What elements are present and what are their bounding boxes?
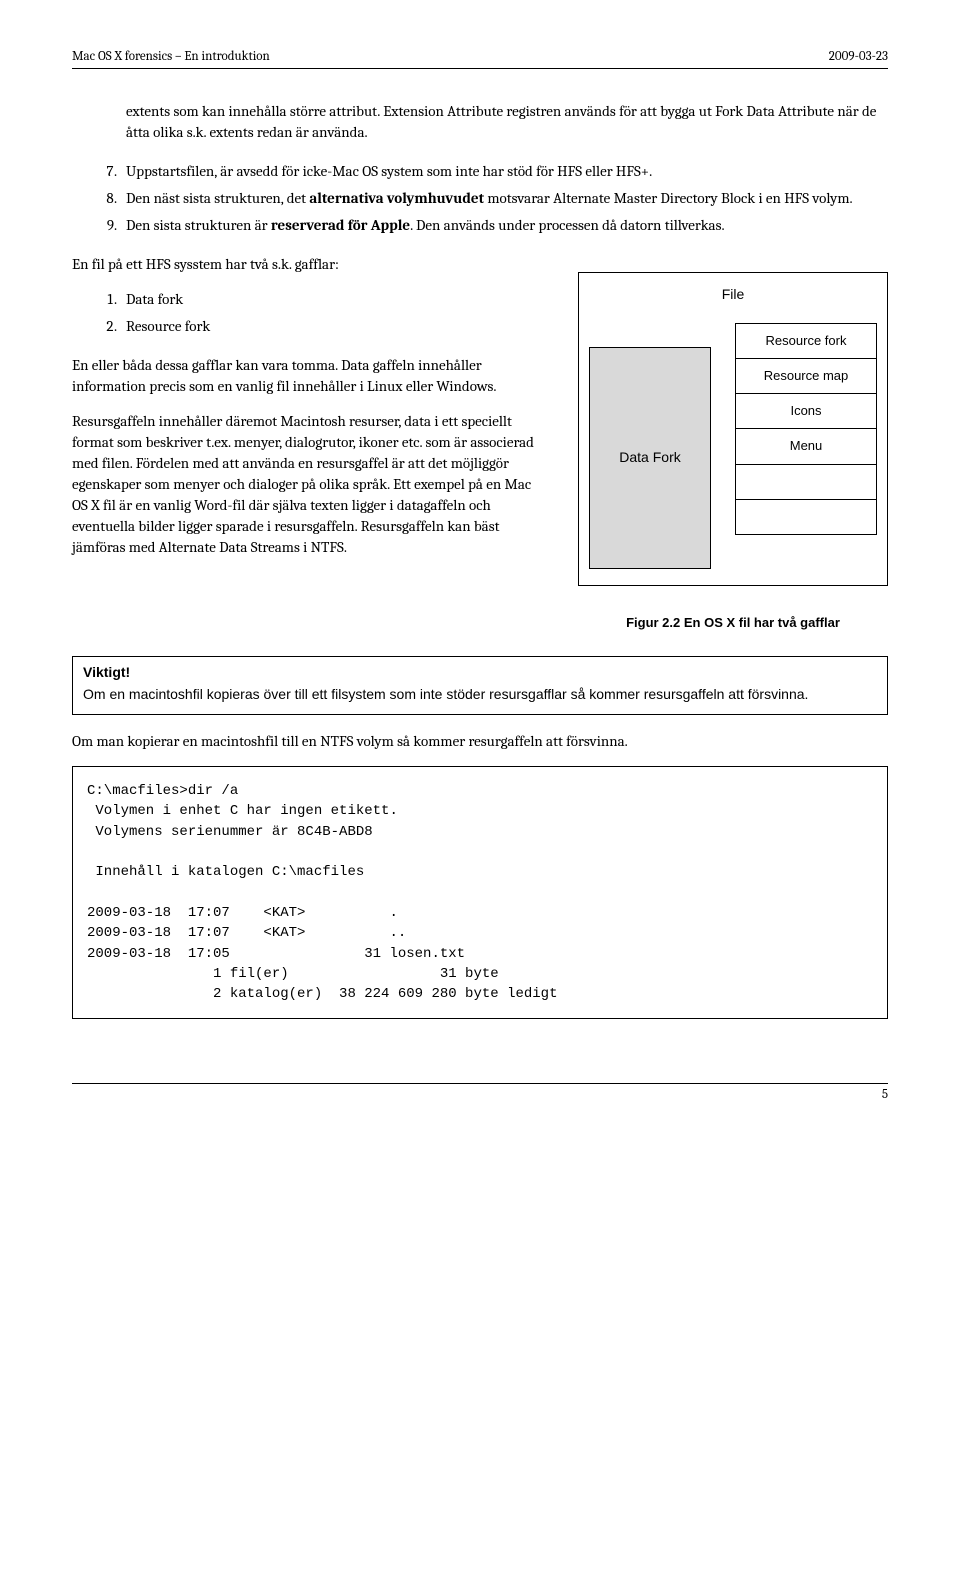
important-box: Viktigt! Om en macintoshfil kopieras öve…: [72, 656, 888, 715]
resource-cell: [736, 465, 876, 500]
list-bold: alternativa volymhuvudet: [309, 189, 484, 207]
paragraph: Resursgaffeln innehåller däremot Macinto…: [72, 411, 546, 558]
file-diagram: File Data Fork Resource fork Resource ma…: [578, 272, 888, 586]
paragraph: En eller båda dessa gafflar kan vara tom…: [72, 355, 546, 397]
resource-cell: Resource map: [736, 359, 876, 394]
resource-cell: Menu: [736, 429, 876, 464]
gafflar-intro: En fil på ett HFS sysstem har två s.k. g…: [72, 254, 546, 275]
resource-cell: Resource fork: [736, 324, 876, 359]
important-heading: Viktigt!: [83, 663, 877, 683]
resource-cell: [736, 500, 876, 534]
list-bold: reserverad för Apple: [271, 216, 410, 234]
list-item: Uppstartsfilen, är avsedd för icke-Mac O…: [120, 161, 888, 182]
list-text: Uppstartsfilen, är avsedd för icke-Mac O…: [126, 162, 652, 180]
list-item: Den sista strukturen är reserverad för A…: [120, 215, 888, 236]
two-column-section: En fil på ett HFS sysstem har två s.k. g…: [72, 254, 888, 632]
right-column: File Data Fork Resource fork Resource ma…: [578, 254, 888, 632]
footer-rule: [72, 1083, 888, 1084]
paragraph: Om man kopierar en macintoshfil till en …: [72, 731, 888, 752]
data-fork-box: Data Fork: [589, 347, 711, 569]
numbered-list: extents som kan innehålla större attribu…: [72, 101, 888, 143]
list-text: Den sista strukturen är: [126, 216, 271, 234]
header-date: 2009-03-23: [829, 48, 888, 66]
figure-caption: Figur 2.2 En OS X fil har två gafflar: [578, 614, 888, 632]
diagram-file-label: File: [589, 285, 877, 305]
page-header: Mac OS X forensics – En introduktion 200…: [72, 48, 888, 69]
diagram-forks-row: Data Fork Resource fork Resource map Ico…: [589, 323, 877, 569]
list-item: Den näst sista strukturen, det alternati…: [120, 188, 888, 209]
important-body: Om en macintoshfil kopieras över till et…: [83, 685, 877, 705]
list-item: Data fork: [120, 289, 546, 310]
header-title: Mac OS X forensics – En introduktion: [72, 48, 270, 66]
resource-cell: Icons: [736, 394, 876, 429]
gafflar-list: Data fork Resource fork: [72, 289, 546, 337]
list-item: Resource fork: [120, 316, 546, 337]
numbered-list-cont: Uppstartsfilen, är avsedd för icke-Mac O…: [72, 161, 888, 236]
page-number: 5: [72, 1086, 888, 1104]
list-text: . Den används under processen då datorn …: [410, 216, 725, 234]
list-text: motsvarar Alternate Master Directory Blo…: [484, 189, 853, 207]
list-text: extents som kan innehålla större attribu…: [126, 102, 876, 141]
resource-fork-box: Resource fork Resource map Icons Menu: [735, 323, 877, 535]
left-column: En fil på ett HFS sysstem har två s.k. g…: [72, 254, 546, 572]
list-item: extents som kan innehålla större attribu…: [120, 101, 888, 143]
list-text: Den näst sista strukturen, det: [126, 189, 309, 207]
page-footer: 5: [72, 1083, 888, 1104]
dir-listing: C:\macfiles>dir /a Volymen i enhet C har…: [72, 766, 888, 1019]
